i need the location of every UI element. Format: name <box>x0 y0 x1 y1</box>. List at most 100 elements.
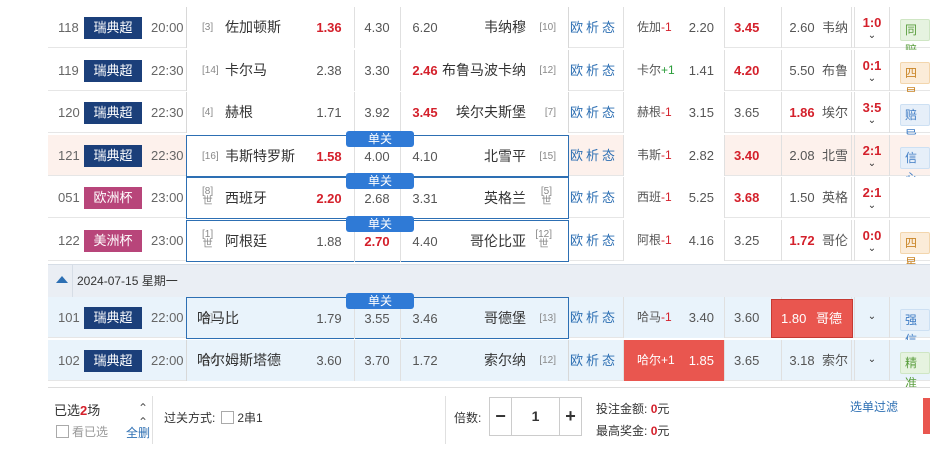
away-team[interactable]: 哥德堡 <box>484 298 526 339</box>
home-team[interactable]: 卡尔马 <box>225 50 267 91</box>
home-team[interactable]: 哈马比 <box>197 298 239 339</box>
score-cell[interactable]: ⌄ <box>854 340 890 381</box>
filter-link[interactable]: 选单过滤 <box>850 398 898 415</box>
multiplier-input[interactable]: 1 <box>512 398 559 435</box>
handicap-home[interactable]: 哈尔+1 1.85 <box>623 340 725 381</box>
score-cell[interactable]: 2:1 ⌄ <box>854 134 890 176</box>
home-team[interactable]: 阿根廷 <box>225 221 267 262</box>
submit-button[interactable] <box>923 398 930 434</box>
handicap-away-selected[interactable]: 1.80 哥德 <box>771 299 853 338</box>
league-badge[interactable]: 美洲杯 <box>84 229 142 252</box>
recommend-tag[interactable]: 强信 <box>900 309 930 347</box>
analysis-links[interactable]: 欧析态 <box>570 220 618 261</box>
league-badge[interactable]: 瑞典超 <box>84 17 142 39</box>
odd-away[interactable]: 1.72 <box>405 340 445 381</box>
analysis-links[interactable]: 欧析态 <box>570 92 618 133</box>
score-cell[interactable]: 0:1 ⌄ <box>854 49 890 91</box>
handicap-away-odd[interactable]: 2.60 <box>782 7 822 48</box>
odd-home[interactable]: 1.71 <box>307 92 351 133</box>
handicap-draw[interactable]: 3.65 <box>734 92 778 133</box>
recommend-tag[interactable]: 四星 <box>900 61 930 100</box>
handicap-home[interactable]: 韦斯-1 2.82 <box>623 134 725 176</box>
handicap-away-odd[interactable]: 3.18 <box>782 340 822 381</box>
analysis-links[interactable]: 欧析态 <box>570 135 618 176</box>
pass-option-checkbox[interactable] <box>221 411 235 424</box>
league-badge[interactable]: 瑞典超 <box>84 59 142 82</box>
odd-home[interactable]: 1.58 <box>307 136 351 177</box>
delete-all-button[interactable]: 全删 <box>126 424 150 441</box>
recommend-tag[interactable]: 四星 <box>900 231 930 270</box>
home-team[interactable]: 韦斯特罗斯 <box>225 136 295 177</box>
odd-home[interactable]: 3.60 <box>307 340 351 381</box>
odd-home[interactable]: 2.20 <box>307 178 351 219</box>
chevron-down-icon[interactable]: ⌄ <box>855 30 889 42</box>
recommend-tag[interactable]: 同赔 <box>900 19 930 57</box>
league-badge[interactable]: 瑞典超 <box>84 102 142 124</box>
handicap-away-odd[interactable]: 1.50 <box>782 177 822 218</box>
odd-draw[interactable]: 4.30 <box>357 7 397 48</box>
chevron-down-icon[interactable]: ⌄ <box>855 158 889 170</box>
recommend-tag[interactable]: 赔异 <box>900 104 930 142</box>
odd-draw[interactable]: 3.70 <box>357 340 397 381</box>
score-cell[interactable]: ⌄ <box>854 297 890 338</box>
handicap-away-odd[interactable]: 5.50 <box>782 50 822 91</box>
league-badge[interactable]: 瑞典超 <box>84 144 142 167</box>
recommend-tag[interactable]: 精准 <box>900 352 930 390</box>
date-header[interactable]: 2024-07-15 星期一 <box>48 264 930 298</box>
odd-away[interactable]: 3.45 <box>405 92 445 133</box>
handicap-home[interactable]: 阿根-1 4.16 <box>623 219 725 261</box>
away-team[interactable]: 韦纳穆 <box>484 7 526 48</box>
chevron-down-icon[interactable]: ⌄ <box>855 73 889 85</box>
home-team[interactable]: 西班牙 <box>225 178 267 219</box>
handicap-away-odd[interactable]: 2.08 <box>782 135 822 176</box>
odd-draw[interactable]: 3.30 <box>357 50 397 91</box>
chevron-down-icon[interactable]: ⌄ <box>855 243 889 255</box>
away-team[interactable]: 英格兰 <box>484 178 526 219</box>
score-cell[interactable]: 2:1 ⌄ <box>854 177 890 218</box>
plus-button[interactable]: + <box>559 398 581 435</box>
handicap-away-odd[interactable]: 1.86 <box>782 92 822 133</box>
league-badge[interactable]: 瑞典超 <box>84 307 142 329</box>
league-badge[interactable]: 瑞典超 <box>84 350 142 372</box>
handicap-draw[interactable]: 3.25 <box>734 220 778 261</box>
handicap-draw[interactable]: 3.68 <box>734 177 778 218</box>
handicap-draw[interactable]: 3.40 <box>734 135 778 176</box>
chevron-down-icon[interactable]: ⌄ <box>855 311 889 323</box>
league-badge[interactable]: 欧洲杯 <box>84 187 142 209</box>
handicap-home[interactable]: 赫根-1 3.15 <box>623 92 725 133</box>
away-team[interactable]: 北雪平 <box>484 136 526 177</box>
home-team[interactable]: 佐加顿斯 <box>225 7 281 48</box>
score-cell[interactable]: 1:0 ⌄ <box>854 7 890 48</box>
odd-draw[interactable]: 3.92 <box>357 92 397 133</box>
away-team[interactable]: 布鲁马波卡纳 <box>442 50 526 91</box>
analysis-links[interactable]: 欧析态 <box>570 50 618 91</box>
handicap-home[interactable]: 西班-1 5.25 <box>623 177 725 218</box>
odd-away[interactable]: 6.20 <box>405 7 445 48</box>
chevron-down-icon[interactable]: ⌄ <box>855 354 889 366</box>
score-cell[interactable]: 3:5 ⌄ <box>854 92 890 133</box>
away-team[interactable]: 埃尔夫斯堡 <box>456 92 526 133</box>
score-cell[interactable]: 0:0 ⌄ <box>854 219 890 261</box>
handicap-home[interactable]: 佐加-1 2.20 <box>623 7 725 48</box>
odd-home[interactable]: 2.38 <box>307 50 351 91</box>
chevron-down-icon[interactable]: ⌄ <box>855 200 889 212</box>
collapse-icon[interactable] <box>56 276 68 283</box>
home-team[interactable]: 赫根 <box>225 92 253 133</box>
away-team[interactable]: 哥伦比亚 <box>470 221 526 262</box>
handicap-draw[interactable]: 3.45 <box>734 7 778 48</box>
recommend-tag[interactable]: 信心 <box>900 146 930 185</box>
handicap-draw[interactable]: 4.20 <box>734 50 778 91</box>
analysis-links[interactable]: 欧析态 <box>570 340 618 381</box>
chevron-down-icon[interactable]: ⌄ <box>855 115 889 127</box>
odd-away[interactable]: 2.46 <box>405 50 445 91</box>
analysis-links[interactable]: 欧析态 <box>570 177 618 218</box>
away-team[interactable]: 索尔纳 <box>484 340 526 381</box>
analysis-links[interactable]: 欧析态 <box>570 297 618 338</box>
handicap-draw[interactable]: 3.65 <box>734 340 778 381</box>
odd-home[interactable]: 1.79 <box>307 298 351 339</box>
handicap-away-odd[interactable]: 1.72 <box>782 220 822 261</box>
odd-home[interactable]: 1.88 <box>307 221 351 262</box>
handicap-home[interactable]: 卡尔+1 1.41 <box>623 49 725 91</box>
view-selected-checkbox[interactable]: 看已选 <box>56 423 108 440</box>
handicap-home[interactable]: 哈马-1 3.40 <box>623 297 725 338</box>
